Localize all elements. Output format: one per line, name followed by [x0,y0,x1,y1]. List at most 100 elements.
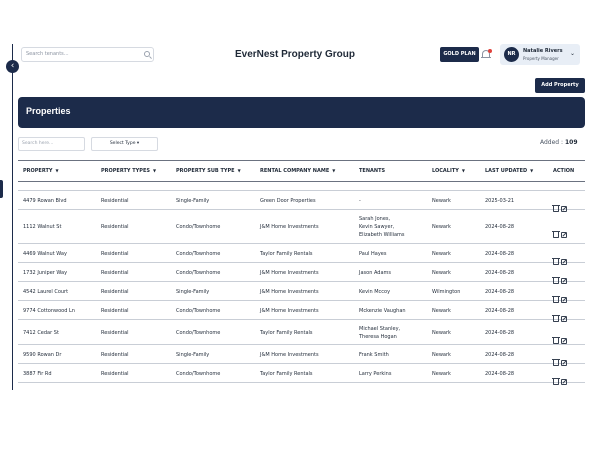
cell-sub-type: Condo/Townhome [176,251,221,257]
table-row[interactable]: 9774 Cottonwood Ln Residential Condo/Townh… [18,301,585,322]
column-header-0[interactable]: PROPERTY ▼ [23,161,59,181]
chevron-down-icon[interactable]: ⌄ [570,50,575,57]
cell-type: Residential [101,330,129,336]
table-spacer [18,182,585,191]
column-label: RENTAL COMPANY NAME [260,168,330,174]
column-label: TENANTS [359,168,386,174]
cell-company: J&M Home Investments [260,270,319,276]
sort-arrow-icon[interactable]: ▼ [56,168,59,173]
search-placeholder: Search tenants... [26,51,69,57]
trash-icon[interactable] [552,377,560,385]
cell-updated: 2024-08-28 [485,371,515,377]
cell-type: Residential [101,371,129,377]
column-header-1[interactable]: PROPERTY TYPES ▼ [101,161,156,181]
cell-type: Residential [101,270,129,276]
column-label: LAST UPDATED [485,168,528,174]
add-property-button[interactable]: Add Property [535,78,585,93]
cell-company: Green Door Properties [260,198,316,204]
page-header-banner: Properties [18,97,585,128]
sort-arrow-icon[interactable]: ▼ [153,168,156,173]
table-row[interactable]: 4479 Rowan Blvd Residential Single-Family G… [18,191,585,212]
cell-property: 7412 Cedar St [23,330,59,336]
column-header-4: TENANTS [359,161,385,181]
cell-company: J&M Home Investments [260,224,319,230]
plan-badge[interactable]: GOLD PLAN [440,47,479,62]
cell-tenant: Paul Hayes [359,251,387,257]
cell-tenant: Jason Adams [359,270,392,276]
search-icon[interactable] [144,51,150,57]
cell-property: 4479 Rowan Blvd [23,198,67,204]
user-role: Property Manager [523,56,559,61]
table-row[interactable]: 1112 Walnut St Residential Condo/Townhome J… [18,210,585,244]
column-header-5[interactable]: LOCALITY ▼ [432,161,465,181]
cell-sub-type: Single-Family [176,198,210,204]
sidebar-active-marker [0,180,3,198]
caret-down-icon: ▾ [136,141,140,146]
row-actions [552,224,569,243]
cell-type: Residential [101,198,129,204]
sort-arrow-icon[interactable]: ▼ [332,168,335,173]
sort-arrow-icon[interactable]: ▼ [462,168,465,173]
page-title: Properties [26,106,71,116]
table-row[interactable]: 9590 Rowan Dr Residential Single-Family J&M… [18,345,585,366]
cell-tenant: Mckenzie Vaughan [359,308,406,314]
cell-updated: 2024-08-28 [485,270,515,276]
edit-icon[interactable] [561,231,567,238]
table-row[interactable]: 4469 Walnut Way Residential Condo/Townhome… [18,244,585,265]
table-row[interactable]: 3887 Fir Rd Residential Condo/Townhome Tayl… [18,364,585,385]
column-label: PROPERTY [23,168,53,174]
cell-property: 4469 Walnut Way [23,251,67,257]
trash-icon[interactable] [552,336,560,344]
user-menu[interactable]: NR Natalie Rivers Property Manager ⌄ [500,44,580,65]
cell-tenant: Frank Smith [359,352,389,358]
table-row[interactable]: 4542 Laurel Court Residential Single-Famil… [18,282,585,303]
cell-updated: 2024-08-28 [485,352,515,358]
edit-icon[interactable] [561,378,567,385]
cell-locality: Newark [432,270,451,276]
cell-tenant: Elizabeth Williams [359,232,405,238]
trash-icon[interactable] [552,230,560,238]
tenant-search-input[interactable]: Search tenants... [21,47,154,62]
cell-type: Residential [101,251,129,257]
column-label: PROPERTY TYPES [101,168,150,174]
cell-locality: Newark [432,198,451,204]
cell-locality: Newark [432,330,451,336]
sort-arrow-icon[interactable]: ▼ [530,168,533,173]
added-label: Added : [540,139,564,146]
cell-updated: 2024-08-28 [485,251,515,257]
cell-locality: Newark [432,308,451,314]
cell-property: 9590 Rowan Dr [23,352,62,358]
collapse-sidebar-button[interactable]: ‹ [6,60,19,73]
cell-locality: Wilmington [432,289,461,295]
cell-company: J&M Home Investments [260,352,319,358]
column-header-6[interactable]: LAST UPDATED ▼ [485,161,533,181]
cell-sub-type: Single-Family [176,289,210,295]
cell-locality: Newark [432,251,451,257]
notifications-button[interactable] [481,49,492,60]
table-row[interactable]: 1732 Juniper Way Residential Condo/Townhom… [18,263,585,284]
column-label: PROPERTY SUB TYPE [176,168,235,174]
cell-tenant: Kevin Mccoy [359,289,391,295]
table-row[interactable]: 7412 Cedar St Residential Condo/Townhome Ta… [18,320,585,345]
column-header-2[interactable]: PROPERTY SUB TYPE ▼ [176,161,241,181]
cell-property: 1732 Juniper Way [23,270,68,276]
chevron-left-icon: ‹ [10,61,15,71]
notification-dot [488,49,492,53]
avatar: NR [504,47,519,62]
cell-updated: 2024-08-28 [485,289,515,295]
cell-sub-type: Condo/Townhome [176,371,221,377]
cell-tenant: Michael Stanley, [359,326,401,332]
sort-arrow-icon[interactable]: ▼ [238,168,241,173]
cell-property: 9774 Cottonwood Ln [23,308,75,314]
cell-sub-type: Condo/Townhome [176,308,221,314]
column-header-7: ACTION [553,161,574,181]
cell-company: Taylor Family Rentals [260,330,313,336]
sidebar-rail [12,44,13,390]
type-select[interactable]: Select Type ▾ [91,137,158,151]
cell-updated: 2024-08-28 [485,330,515,336]
type-select-label: Select Type [109,141,136,146]
edit-icon[interactable] [561,337,567,344]
property-search-input[interactable]: Search here... [18,137,85,151]
cell-tenant: - [359,198,361,204]
column-header-3[interactable]: RENTAL COMPANY NAME ▼ [260,161,335,181]
